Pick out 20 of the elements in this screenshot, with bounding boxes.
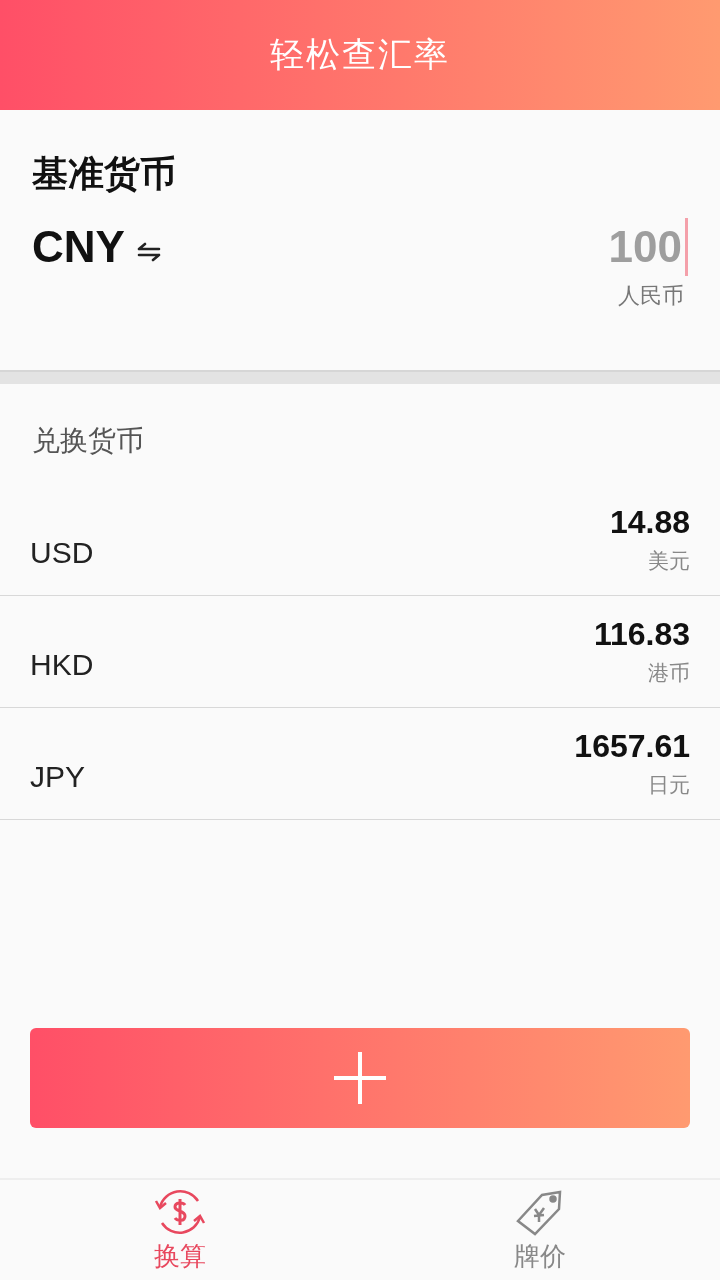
currency-name: 日元 [648,772,690,799]
currency-code: HKD [30,647,94,682]
currency-row[interactable]: USD 14.88 美元 [0,484,720,596]
swap-icon[interactable] [136,241,161,263]
currency-code: USD [30,535,94,570]
currency-name: 人民币 [618,282,684,310]
app-title: 轻松查汇率 [270,33,450,76]
section-heading: 兑换货币 [31,423,145,459]
converted-amount: 14.88 [609,504,690,541]
currency-code: JPY [30,759,86,794]
currency-row[interactable]: JPY 1657.61 日元 [0,708,720,820]
currency-name: 港币 [648,660,690,687]
currency-code[interactable]: CNY [32,222,125,272]
currency-name: 美元 [648,548,690,575]
converted-amount: 1657.61 [574,728,690,765]
plus-icon [333,1051,387,1105]
converted-amount: 116.83 [593,616,690,653]
tab[interactable]: 换算 [0,1180,360,1280]
section-heading: 基准货币 [32,152,177,196]
currency-row[interactable]: HKD 116.83 港币 [0,596,720,708]
